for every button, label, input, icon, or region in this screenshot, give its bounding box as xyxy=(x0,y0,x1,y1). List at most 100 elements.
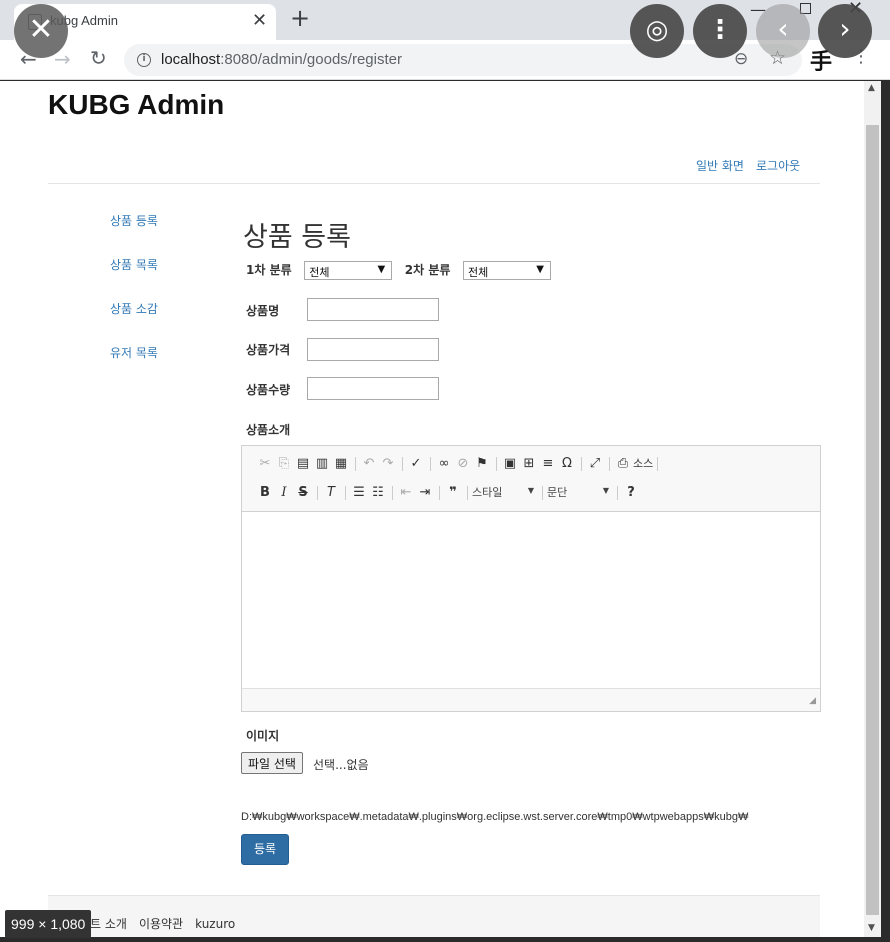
scroll-thumb[interactable] xyxy=(866,125,879,915)
footer-link-terms[interactable]: 이용약관 xyxy=(139,917,183,931)
toolbar-separator xyxy=(317,485,318,500)
footer-link-author[interactable]: kuzuro xyxy=(195,917,235,931)
category2-label: 2차 분류 xyxy=(404,263,451,277)
special-char-icon[interactable]: Ω xyxy=(558,456,576,471)
remove-format-icon[interactable]: T xyxy=(322,485,340,500)
toolbar-separator xyxy=(439,485,440,500)
sidebar-item-users[interactable]: 유저 목록 xyxy=(110,344,158,388)
site-title: KUBG Admin xyxy=(48,89,225,120)
upload-path-text: D:₩kubg₩workspace₩.metadata₩.plugins₩org… xyxy=(241,811,749,823)
footer-link-about[interactable]: 트 소개 xyxy=(90,917,127,931)
outdent-icon[interactable]: ⇤ xyxy=(397,485,415,500)
editor-toolbar-row-1: ✂ ⎘ ▤ ▥ ▦ ↶ ↷ ✓ ∞ ⊘ ⚑ ▣ ⊞ ≡ Ω ⤢ ⎙ 소스 xyxy=(256,455,662,471)
nav-link-logout[interactable]: 로그아웃 xyxy=(756,159,800,173)
name-input[interactable] xyxy=(307,298,439,321)
header-divider xyxy=(48,183,820,184)
nav-link-main[interactable]: 일반 화면 xyxy=(696,159,744,173)
bold-icon[interactable]: B xyxy=(256,485,274,500)
top-nav: 일반 화면 로그아웃 xyxy=(696,157,812,174)
url-path: :8080/admin/goods/register xyxy=(220,51,402,68)
new-tab-icon[interactable]: + xyxy=(290,4,310,32)
description-label: 상품소개 xyxy=(246,423,291,437)
tab-close-icon[interactable]: ✕ xyxy=(252,10,267,31)
horizontal-line-icon[interactable]: ≡ xyxy=(539,456,557,471)
price-input[interactable] xyxy=(307,338,439,361)
blockquote-icon[interactable]: ❞ xyxy=(444,485,462,500)
bulleted-list-icon[interactable]: ☷ xyxy=(369,485,387,500)
indent-icon[interactable]: ⇥ xyxy=(416,485,434,500)
screenshot-frame: kubg Admin ✕ + — ✕ ← → ↻ i localhost:808… xyxy=(0,0,890,942)
url-host: localhost xyxy=(161,51,221,68)
scroll-up-icon[interactable]: ▲ xyxy=(868,83,875,93)
sidebar-item-reviews[interactable]: 상품 소감 xyxy=(110,300,158,344)
browser-toolbar: ← → ↻ i localhost:8080/admin/goods/regis… xyxy=(0,40,890,80)
sidebar-item-list[interactable]: 상품 목록 xyxy=(110,256,158,300)
paste-icon[interactable]: ▤ xyxy=(294,456,312,471)
dropdown-arrow-icon: ▼ xyxy=(377,264,386,275)
paste-text-icon[interactable]: ▥ xyxy=(313,456,331,471)
image-size-badge: 999 × 1,080 xyxy=(5,910,92,938)
unlink-icon[interactable]: ⊘ xyxy=(454,456,472,471)
category2-select[interactable]: 전체 ▼ xyxy=(462,261,551,280)
info-icon[interactable]: i xyxy=(137,53,151,67)
copy-icon[interactable]: ⎘ xyxy=(275,456,293,471)
sidebar-item-register[interactable]: 상품 등록 xyxy=(110,212,158,256)
cut-icon[interactable]: ✂ xyxy=(256,456,274,471)
category1-value: 전체 xyxy=(309,266,330,279)
toolbar-separator xyxy=(617,485,618,500)
anchor-flag-icon[interactable]: ⚑ xyxy=(473,456,491,471)
help-icon[interactable]: ? xyxy=(622,485,640,500)
rich-text-editor: ✂ ⎘ ▤ ▥ ▦ ↶ ↷ ✓ ∞ ⊘ ⚑ ▣ ⊞ ≡ Ω ⤢ ⎙ 소스 B I S T ☰ ☷ ⇤ ⇥ ❞ 스타일 ▼ 문단 ▼? ◢ xyxy=(241,445,821,712)
maximize-editor-icon[interactable]: ⤢ xyxy=(586,456,604,471)
toolbar-separator xyxy=(402,456,403,471)
scroll-down-icon[interactable]: ▼ xyxy=(868,923,875,933)
chevron-right-icon[interactable]: › xyxy=(818,4,872,58)
editor-toolbar: ✂ ⎘ ▤ ▥ ▦ ↶ ↷ ✓ ∞ ⊘ ⚑ ▣ ⊞ ≡ Ω ⤢ ⎙ 소스 B I S T ☰ ☷ ⇤ ⇥ ❞ 스타일 ▼ 문단 ▼? xyxy=(242,446,820,512)
paste-word-icon[interactable]: ▦ xyxy=(332,456,350,471)
format-combo-label: 문단 xyxy=(547,486,568,499)
source-icon[interactable]: ⎙ xyxy=(614,456,632,471)
page-scrollbar[interactable]: ▲ ▼ xyxy=(864,81,881,937)
editor-content-area[interactable] xyxy=(242,512,820,688)
reload-icon[interactable]: ↻ xyxy=(90,46,107,70)
format-combo[interactable]: 문단 ▼ xyxy=(547,484,613,500)
main-content: 상품 등록 xyxy=(243,215,351,254)
toolbar-separator xyxy=(392,485,393,500)
category1-label: 1차 분류 xyxy=(246,263,292,277)
style-combo[interactable]: 스타일 ▼ xyxy=(472,484,538,500)
image-icon[interactable]: ▣ xyxy=(501,456,519,471)
page-viewport: KUBG Admin 일반 화면 로그아웃 상품 등록 상품 목록 상품 소감 유… xyxy=(0,81,864,937)
close-icon[interactable]: ✕ xyxy=(14,4,68,58)
source-label[interactable]: 소스 xyxy=(633,457,653,470)
toolbar-separator xyxy=(542,485,543,500)
resize-handle-icon[interactable]: ◢ xyxy=(809,696,816,706)
toolbar-separator xyxy=(496,456,497,471)
numbered-list-icon[interactable]: ☰ xyxy=(350,485,368,500)
link-icon[interactable]: ∞ xyxy=(435,456,453,471)
category-row: 1차 분류 전체 ▼ 2차 분류 전체 ▼ xyxy=(246,261,551,280)
spellcheck-icon[interactable]: ✓ xyxy=(407,456,425,471)
category1-select[interactable]: 전체 ▼ xyxy=(304,261,393,280)
window-edge xyxy=(881,81,890,942)
url-text: localhost:8080/admin/goods/register xyxy=(161,51,402,68)
more-icon[interactable]: ⋮ xyxy=(693,4,747,58)
stock-input[interactable] xyxy=(307,377,439,400)
chevron-left-icon[interactable]: ‹ xyxy=(756,4,810,58)
table-icon[interactable]: ⊞ xyxy=(520,456,538,471)
category2-value: 전체 xyxy=(467,266,489,279)
sidebar: 상품 등록 상품 목록 상품 소감 유저 목록 xyxy=(110,212,158,388)
undo-icon[interactable]: ↶ xyxy=(360,456,378,471)
toolbar-separator xyxy=(657,456,659,471)
redo-icon[interactable]: ↷ xyxy=(379,456,397,471)
toolbar-separator xyxy=(355,456,356,471)
stock-label: 상품수량 xyxy=(246,383,291,397)
footer-links: 트 소개 이용약관 kuzuro xyxy=(90,915,247,932)
file-select-button[interactable]: 파일 선택 xyxy=(241,752,303,774)
image-label: 이미지 xyxy=(246,729,280,743)
dropdown-arrow-icon: ▼ xyxy=(602,486,609,495)
italic-icon[interactable]: I xyxy=(275,485,293,500)
dropdown-arrow-icon: ▼ xyxy=(527,486,534,495)
lens-icon[interactable]: ◎ xyxy=(630,4,684,58)
register-button[interactable]: 등록 xyxy=(241,834,289,865)
strikethrough-icon[interactable]: S xyxy=(294,485,312,500)
